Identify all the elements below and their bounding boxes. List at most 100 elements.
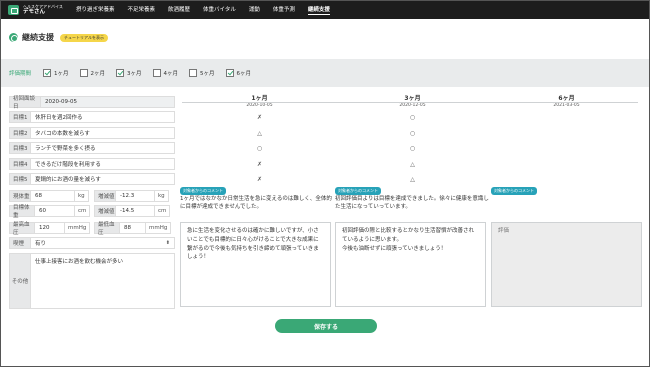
column-date: 2020-10-05 [246, 103, 273, 108]
comment-tag: 対象者からのコメント [491, 187, 537, 195]
waist-change-label: 増減値 [94, 205, 116, 217]
goal-input[interactable]: 休肝日を週2回作る [31, 111, 175, 123]
waist-change-field: 増減値 -14.5 cm [94, 205, 171, 217]
smoking-field: 喫煙 有り ⬍ [9, 237, 175, 249]
nav-item-deficient-nutrients[interactable]: 不足栄養素 [128, 5, 156, 15]
goal-label: 目標4 [9, 158, 31, 170]
advisor-response-textarea[interactable]: 急に生活を変化させるのは確かに難しいですが、小さいことでも目標的に日々心がけるこ… [180, 222, 331, 307]
column-header-1month: 1ヶ月 2020-10-05 [182, 93, 337, 108]
smoking-label: 喫煙 [9, 237, 31, 249]
period-option-3[interactable]: 3ヶ月 [116, 69, 153, 77]
goal-label: 目標1 [9, 111, 31, 123]
period-label: 評価期間 [9, 71, 32, 77]
weight-change-unit: kg [155, 190, 169, 202]
page-header: 継続支援 チュートリアルを表示 [9, 32, 108, 43]
comment-tag: 対象者からのコメント [180, 187, 226, 195]
diastolic-bp-label: 最低血圧 [94, 222, 120, 236]
save-button[interactable]: 保存する [275, 319, 377, 333]
period-option-1[interactable]: 1ヶ月 [43, 69, 80, 77]
weight-change-field: 増減値 -12.3 kg [94, 190, 169, 202]
main-nav: 摂り過ぎ栄養素 不足栄養素 飲酒履歴 体重バイタル 運動 体重予測 継続支援 [76, 5, 343, 15]
systolic-bp-input[interactable]: 120 [35, 222, 65, 234]
tutorial-button[interactable]: チュートリアルを表示 [60, 33, 108, 42]
weight-change-input[interactable]: -12.3 [116, 190, 155, 202]
comment-tag: 対象者からのコメント [335, 187, 381, 195]
smoking-selected-value: 有り [35, 241, 47, 247]
first-date-value: 2020-09-05 [41, 96, 175, 108]
checkbox-icon[interactable] [189, 69, 197, 77]
goal-input[interactable]: できるだけ階段を利用する [31, 158, 175, 170]
checkbox-checked-icon[interactable] [116, 69, 124, 77]
weight-label: 現体重 [9, 190, 31, 202]
period-option-5[interactable]: 5ヶ月 [189, 69, 226, 77]
period-option-label: 5ヶ月 [200, 71, 215, 77]
period-option-label: 1ヶ月 [54, 71, 69, 77]
page-title: 継続支援 [22, 33, 54, 42]
target-weight-field: 目標体重 60 cm [9, 205, 91, 219]
goal-mark: ○ [409, 130, 416, 137]
evaluation-period-bar: 評価期間 1ヶ月 2ヶ月 3ヶ月 4ヶ月 5ヶ月 6ヶ月 [1, 59, 649, 87]
goal-mark: ✗ [256, 114, 263, 121]
nav-item-drinking-history[interactable]: 飲酒履歴 [168, 5, 190, 15]
diastolic-bp-field: 最低血圧 88 mmHg [94, 222, 172, 236]
nav-item-exercise[interactable]: 運動 [249, 5, 260, 15]
nav-item-weight-vitals[interactable]: 体重バイタル [203, 5, 236, 15]
column-header-6month: 6ヶ月 2021-03-05 [489, 93, 644, 108]
goal-row: 目標5 夏鍋的にお酒の量を減らす [9, 173, 175, 185]
checkbox-icon[interactable] [79, 69, 88, 77]
goal-mark: ✗ [256, 161, 263, 168]
subject-comment: 1ヶ月ではなかなか日常生活を急に変えるのは難しく、全体的に目標が達成できませんで… [180, 196, 332, 210]
goal-row: 目標3 ランチで野菜を多く摂る [9, 142, 175, 154]
evaluation-textarea[interactable]: 評価 [491, 222, 642, 307]
column-month: 1ヶ月 [251, 95, 268, 102]
goal-mark: △ [410, 161, 415, 168]
weight-change-label: 増減値 [94, 190, 116, 202]
header-divider [182, 102, 638, 103]
goal-mark: ○ [409, 114, 416, 121]
other-textarea[interactable]: 仕事上接客にお酒を飲む機会が多い [31, 253, 175, 309]
period-option-6[interactable]: 6ヶ月 [225, 69, 263, 77]
period-option-4[interactable]: 4ヶ月 [152, 69, 190, 77]
goal-input[interactable]: ランチで野菜を多く摂る [31, 142, 175, 154]
waist-change-input[interactable]: -14.5 [116, 205, 155, 217]
checkbox-checked-icon[interactable] [225, 69, 234, 77]
nav-item-weight-forecast[interactable]: 体重予測 [273, 5, 295, 15]
column-month: 3ヶ月 [404, 95, 421, 102]
goal-mark: △ [257, 130, 262, 137]
goal-input[interactable]: 夏鍋的にお酒の量を減らす [31, 173, 175, 185]
diastolic-bp-unit: mmHg [146, 222, 172, 234]
systolic-bp-label: 最高血圧 [9, 222, 35, 236]
goal-input[interactable]: タバコの本数を減らす [31, 127, 175, 139]
period-option-label: 2ヶ月 [90, 71, 106, 77]
nav-item-continuous-support[interactable]: 継続支援 [307, 5, 330, 15]
app-logo[interactable]: ヘルスケアアドバイス デモさん [8, 4, 68, 16]
goal-label: 目標5 [9, 173, 31, 185]
first-date-label: 初回面談日 [9, 96, 41, 110]
goal-label: 目標3 [9, 142, 31, 154]
weight-unit: kg [75, 190, 89, 202]
period-option-2[interactable]: 2ヶ月 [79, 69, 117, 77]
smoking-select[interactable]: 有り ⬍ [31, 237, 175, 249]
target-weight-input[interactable]: 60 [35, 205, 75, 217]
advisor-response-textarea[interactable]: 初回評価の際と比較するとかなり生活習慣が改善されているように思います。 今後も油… [335, 222, 486, 307]
goal-mark: △ [410, 176, 415, 183]
logo-icon [8, 5, 19, 15]
goal-mark: ○ [409, 145, 416, 152]
app-frame: ヘルスケアアドバイス デモさん 摂り過ぎ栄養素 不足栄養素 飲酒履歴 体重バイタ… [0, 0, 650, 367]
period-option-label: 4ヶ月 [163, 71, 179, 77]
checkbox-checked-icon[interactable] [43, 69, 51, 77]
target-weight-unit: cm [75, 205, 91, 217]
period-option-label: 6ヶ月 [236, 71, 252, 77]
diastolic-bp-input[interactable]: 88 [120, 222, 146, 234]
first-date-field: 初回面談日 2020-09-05 [9, 96, 175, 110]
waist-change-unit: cm [155, 205, 171, 217]
top-nav-bar: ヘルスケアアドバイス デモさん 摂り過ぎ栄養素 不足栄養素 飲酒履歴 体重バイタ… [1, 1, 649, 19]
checkbox-icon[interactable] [152, 69, 161, 77]
nav-item-excess-nutrients[interactable]: 摂り過ぎ栄養素 [76, 5, 115, 15]
other-label: その他 [9, 253, 31, 309]
column-month: 6ヶ月 [558, 95, 575, 102]
logo-user-name: デモさん [23, 9, 46, 16]
column-date: 2020-12-05 [399, 103, 426, 108]
systolic-bp-field: 最高血圧 120 mmHg [9, 222, 91, 236]
weight-input[interactable]: 68 [31, 190, 75, 202]
